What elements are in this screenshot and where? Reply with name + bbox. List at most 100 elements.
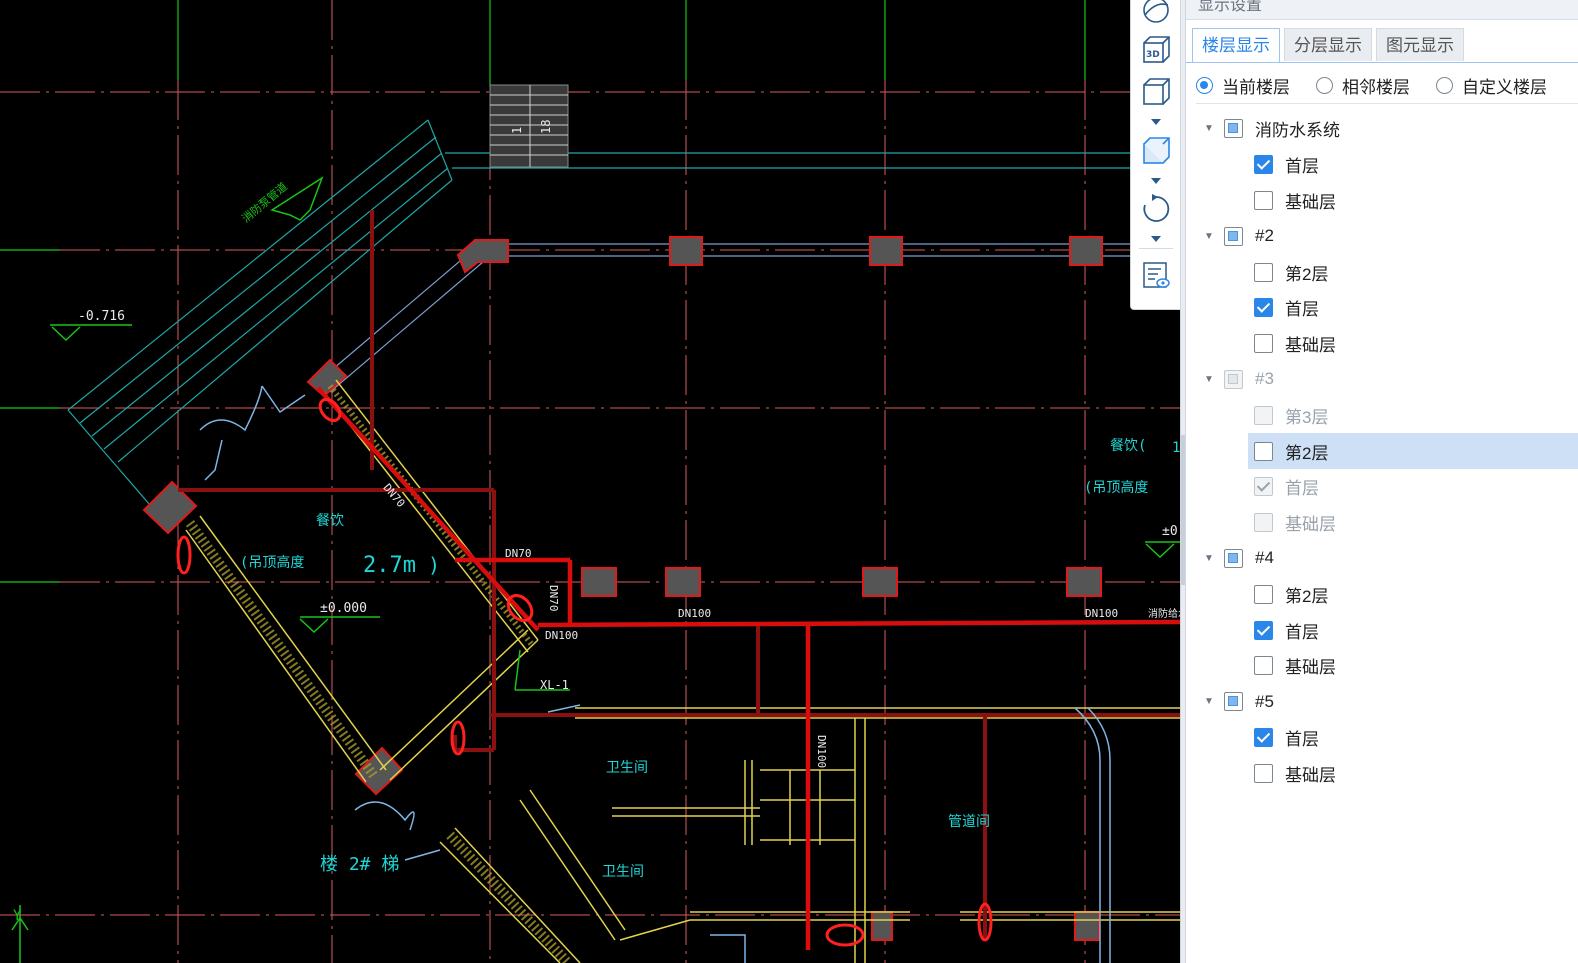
tree-group-2[interactable]: ▼ #2 [1186,218,1578,254]
display-settings-icon[interactable] [1138,257,1174,293]
radio-label: 相邻楼层 [1342,77,1410,97]
ramp-label: 1 [510,127,524,134]
radio-dot[interactable] [1196,76,1213,94]
toolbar-separator [1139,248,1173,249]
pipe-size-label: DN100 [815,735,828,768]
tree-item[interactable]: 基础层 [1186,326,1578,362]
rotate-icon[interactable] [1138,191,1174,227]
floor-checkbox[interactable] [1254,620,1273,640]
room-label: 卫生间 [602,864,644,880]
tree-item[interactable]: 基础层 [1186,755,1578,791]
pipe-size-label: DN70 [547,585,560,612]
tab-element-display[interactable]: 图元显示 [1376,28,1464,61]
label-stair-tag: 消防泵管道 [239,179,290,225]
tree-group-label: 消防水系统 [1255,121,1340,141]
tree-item[interactable]: 首层 [1186,720,1578,756]
elevation-label: ±0.000 [320,601,367,616]
room-label: 管道间 [948,814,990,830]
pipe-size-label: DN70 [505,547,532,560]
tree-item-label: 基础层 [1285,336,1336,356]
chevron-down-icon[interactable] [1148,117,1164,127]
radio-dot[interactable] [1436,76,1453,94]
floor-checkbox[interactable] [1254,727,1273,747]
radio-dot[interactable] [1316,76,1333,94]
tree-item[interactable]: 首层 [1186,290,1578,326]
cad-drawing[interactable]: 消防泵管道 -0.716 ±0.000 ±0 餐饮 (吊顶高度 2.7m ) 餐… [0,0,1182,963]
tree-group-4[interactable]: ▼ #4 [1186,541,1578,577]
tree-item-label: 基础层 [1285,515,1336,535]
tree-item-label: 首层 [1285,479,1319,499]
tree-item-label: 首层 [1285,157,1319,177]
room-label: 卫生间 [606,760,648,776]
tree-item[interactable]: 第2层 [1186,254,1578,290]
riser-label: XL-1 [540,678,569,692]
floor-checkbox[interactable] [1254,262,1273,282]
ramp-label: 18 [539,120,553,134]
tree-item[interactable]: 第2层 [1186,576,1578,612]
3d-view-icon[interactable]: 3D [1138,32,1174,68]
group-checkbox[interactable] [1224,548,1243,568]
floor-checkbox[interactable] [1254,190,1273,210]
tree-item-label: 首层 [1285,729,1319,749]
tree-item[interactable]: 首层 [1186,147,1578,183]
pipe-size-label: DN100 [545,629,578,642]
floor-checkbox[interactable] [1254,298,1273,318]
chevron-down-icon[interactable] [1148,176,1164,186]
display-settings-panel: 显示设置 楼层显示 分层显示 图元显示 当前楼层 相邻楼层 自定义楼层 ▼ 消防… [1186,0,1578,963]
tree-item-label: 首层 [1285,622,1319,642]
tree-item-label: 基础层 [1285,765,1336,785]
tree-group-fire-water[interactable]: ▼ 消防水系统 [1186,111,1578,147]
radio-label: 自定义楼层 [1462,77,1547,97]
tree-item-label: 基础层 [1285,192,1336,212]
floor-checkbox [1254,405,1273,425]
tree-group-label: #3 [1255,369,1274,389]
tab-underline [1186,62,1578,63]
radio-label: 当前楼层 [1222,77,1290,97]
group-checkbox[interactable] [1224,119,1243,139]
cube-solid-icon[interactable] [1138,133,1174,169]
cube-wire-icon[interactable] [1138,74,1174,110]
tree-item-label: 第2层 [1285,443,1329,463]
pipe-note-label: 消防给水 [1148,607,1182,620]
cad-drawing-canvas[interactable]: 消防泵管道 -0.716 ±0.000 ±0 餐饮 (吊顶高度 2.7m ) 餐… [0,0,1182,963]
floor-checkbox[interactable] [1254,155,1273,175]
chevron-down-icon[interactable]: ▼ [1204,231,1214,242]
tree-item: 第3层 [1186,397,1578,433]
floor-checkbox[interactable] [1254,441,1273,461]
radio-custom-floors[interactable]: 自定义楼层 [1436,70,1547,100]
chevron-down-icon[interactable]: ▼ [1204,553,1214,564]
tree-group-label: #2 [1255,226,1274,246]
floor-checkbox[interactable] [1254,584,1273,604]
group-checkbox[interactable] [1224,692,1243,712]
floor-checkbox[interactable] [1254,656,1273,676]
floor-checkbox[interactable] [1254,763,1273,783]
divider [1196,103,1578,104]
tab-floor-display[interactable]: 楼层显示 [1192,28,1280,63]
tab-layer-display[interactable]: 分层显示 [1284,28,1372,61]
tree-item-selected[interactable]: 第2层 [1248,433,1578,469]
group-checkbox [1224,369,1243,389]
pipe-size-label: DN70 [381,481,408,510]
tree-item[interactable]: 基础层 [1186,183,1578,219]
radio-adjacent-floors[interactable]: 相邻楼层 [1316,70,1410,100]
group-checkbox[interactable] [1224,226,1243,246]
tree-group-3[interactable]: ▼ #3 [1186,362,1578,398]
room-height-paren: ) [428,553,440,577]
radio-current-floor[interactable]: 当前楼层 [1196,70,1290,100]
tree-group-5[interactable]: ▼ #5 [1186,684,1578,720]
tree-item[interactable]: 基础层 [1186,648,1578,684]
axis-y-label: Y [13,908,22,924]
tree-item-label: 基础层 [1285,658,1336,678]
chevron-down-icon[interactable] [1148,234,1164,244]
chevron-down-icon[interactable]: ▼ [1204,123,1214,134]
orbit-icon[interactable] [1138,0,1174,28]
splitter-grip[interactable] [1181,435,1185,585]
tree-item[interactable]: 首层 [1186,612,1578,648]
floor-checkbox[interactable] [1254,334,1273,354]
view-toolbar: 3D [1130,0,1180,310]
chevron-down-icon[interactable]: ▼ [1204,374,1214,385]
chevron-down-icon[interactable]: ▼ [1204,696,1214,707]
floor-checkbox [1254,513,1273,533]
room-label: 餐饮 [316,513,344,529]
floor-tree: ▼ 消防水系统 首层 基础层 ▼ #2 第2层 首层 基础层 ▼ #3 第3层 … [1186,111,1578,791]
